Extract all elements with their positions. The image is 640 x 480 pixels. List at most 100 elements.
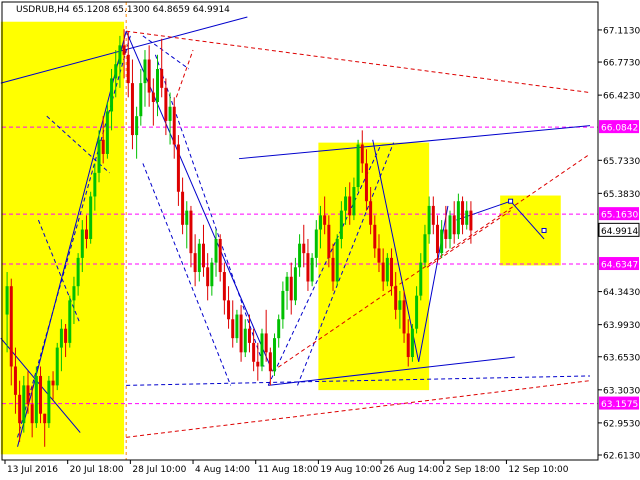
- candle-body: [97, 139, 101, 173]
- y-tick-label: 64.3430: [603, 288, 640, 298]
- y-tick-label: 62.9530: [603, 419, 640, 429]
- candle-body: [385, 257, 389, 282]
- y-tick-label: 65.3830: [603, 190, 640, 200]
- candle-body: [281, 290, 285, 320]
- candle-body: [101, 139, 105, 154]
- candle-body: [339, 210, 343, 239]
- candle-body: [469, 210, 473, 231]
- chart-title: USDRUB,H4 65.1208 65.1300 64.8659 64.991…: [16, 5, 230, 15]
- candle-body: [456, 201, 460, 235]
- candle-body: [289, 276, 293, 301]
- candle-body: [80, 229, 84, 258]
- forecast-marker: [508, 198, 514, 204]
- candle-body: [84, 229, 88, 239]
- candle-body: [76, 257, 80, 287]
- candle-body: [135, 116, 139, 136]
- candle-body: [431, 205, 435, 225]
- candle-body: [43, 413, 47, 424]
- candle-body: [402, 300, 406, 334]
- candle-body: [143, 59, 147, 84]
- candle-body: [235, 314, 239, 339]
- candle-body: [105, 111, 109, 154]
- candle-body: [26, 385, 30, 405]
- candle-body: [323, 215, 327, 225]
- candle-body: [214, 238, 218, 263]
- highlight-zone: [500, 195, 561, 266]
- current-price-label: 64.9914: [601, 227, 638, 237]
- candle-body: [364, 163, 368, 202]
- x-tick-label: 20 Jul 18:00: [70, 465, 124, 475]
- candle-body: [193, 253, 197, 273]
- candle-body: [327, 224, 331, 258]
- y-tick-label: 65.7330: [603, 157, 640, 167]
- candle-body: [172, 106, 176, 145]
- y-tick-label: 63.1575: [601, 400, 638, 410]
- candle-body: [231, 319, 235, 339]
- candle-body: [130, 83, 134, 136]
- candle-body: [47, 380, 51, 424]
- candle-body: [273, 338, 277, 372]
- candle-body: [243, 328, 247, 353]
- candle-body: [147, 59, 151, 93]
- candle-body: [13, 366, 17, 395]
- x-tick-label: 28 Jul 10:00: [132, 465, 186, 475]
- candle-body: [369, 201, 373, 225]
- candle-body: [68, 300, 72, 343]
- candle-body: [55, 347, 59, 386]
- x-tick-label: 4 Aug 14:00: [195, 465, 250, 475]
- candle-body: [335, 238, 339, 282]
- candle-body: [256, 361, 260, 367]
- candle-body: [410, 328, 414, 358]
- y-tick-label: 66.4230: [603, 92, 640, 102]
- candle-body: [22, 385, 26, 424]
- candle-body: [310, 257, 314, 282]
- candle-body: [435, 224, 439, 254]
- candle-body: [314, 229, 318, 258]
- y-tick-label: 62.6130: [603, 452, 640, 462]
- price-chart: 67.1130 66.7730 66.4230 66.0842 65.7330 65.38…: [0, 0, 640, 480]
- candle-body: [423, 234, 427, 263]
- candle-body: [277, 319, 281, 339]
- candle-body: [89, 196, 93, 239]
- candle-body: [222, 272, 226, 301]
- candle-body: [377, 248, 381, 263]
- candle-body: [93, 172, 97, 197]
- candle-body: [181, 191, 185, 225]
- x-tick-label: 12 Sep 10:00: [508, 465, 568, 475]
- candle-body: [51, 380, 55, 386]
- candle-body: [427, 205, 431, 235]
- candle-body: [201, 243, 205, 268]
- x-tick-label: 13 Jul 2016: [7, 465, 58, 475]
- candle-body: [206, 267, 210, 287]
- x-tick-label: 11 Aug 18:00: [258, 465, 319, 475]
- candle-body: [268, 352, 272, 372]
- candle-body: [72, 286, 76, 301]
- candle-body: [156, 68, 160, 103]
- y-tick-label: 63.9930: [603, 321, 640, 331]
- candle-body: [9, 286, 13, 367]
- y-tick-label: 66.0842: [601, 124, 638, 134]
- y-tick-label: 63.6530: [603, 353, 640, 363]
- candle-body: [126, 54, 130, 84]
- candle-body: [151, 92, 155, 103]
- candle-body: [110, 78, 114, 112]
- candle-body: [114, 64, 118, 79]
- candle-body: [39, 375, 43, 414]
- candle-body: [30, 404, 34, 424]
- candle-body: [452, 215, 456, 235]
- forecast-marker: [541, 227, 547, 233]
- candle-body: [444, 229, 448, 239]
- candle-body: [448, 215, 452, 239]
- x-tick-label: 19 Aug 10:00: [320, 465, 381, 475]
- candle-body: [390, 257, 394, 287]
- y-tick-label: 65.1630: [601, 211, 638, 221]
- candle-body: [285, 276, 289, 291]
- candle-body: [306, 253, 310, 282]
- candle-body: [168, 106, 172, 121]
- candle-body: [185, 210, 189, 225]
- candle-body: [64, 328, 68, 343]
- candle-body: [239, 314, 243, 353]
- candle-body: [164, 87, 168, 121]
- candle-body: [252, 342, 256, 362]
- candle-body: [356, 144, 360, 188]
